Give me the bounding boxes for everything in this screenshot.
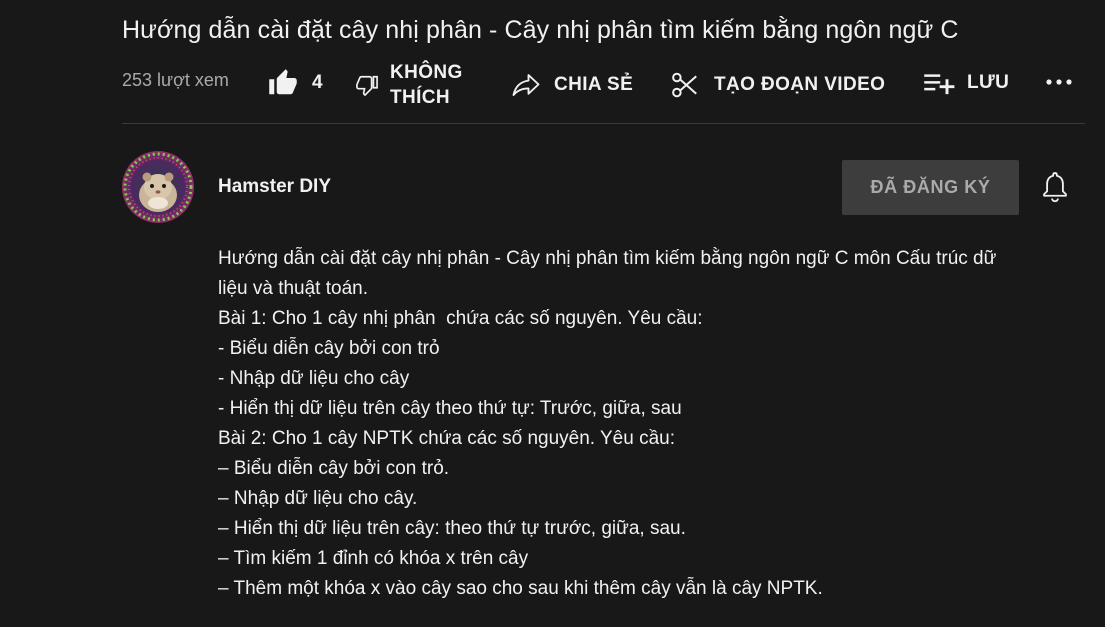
description-line: – Hiển thị dữ liệu trên cây: theo thứ tự… [218, 518, 686, 539]
dislike-button[interactable]: KHÔNG THÍCH [356, 60, 480, 110]
like-button[interactable]: 4 [268, 68, 323, 98]
video-description: Hướng dẫn cài đặt cây nhị phân - Cây nhị… [218, 244, 1078, 604]
like-count: 4 [312, 72, 323, 93]
dislike-label: KHÔNG THÍCH [390, 60, 480, 110]
description-line: – Nhập dữ liệu cho cây. [218, 488, 418, 509]
description-line: – Tìm kiếm 1 đỉnh có khóa x trên cây [218, 548, 529, 569]
video-info-page: Hướng dẫn cài đặt cây nhị phân - Cây nhị… [0, 0, 1105, 627]
share-icon [510, 70, 542, 100]
dislike-label-line2: THÍCH [390, 87, 451, 108]
subscribed-button[interactable]: ĐÃ ĐĂNG KÝ [842, 160, 1019, 215]
video-actions-row: 253 lượt xem 4 KHÔNG THÍCH CHIA SẺ TẠO Đ… [122, 58, 1085, 114]
playlist-add-icon [923, 70, 955, 96]
channel-avatar[interactable] [122, 151, 194, 223]
scissors-icon [670, 70, 700, 100]
clip-label: TẠO ĐOẠN VIDEO [714, 74, 886, 95]
thumbs-down-icon [356, 74, 378, 96]
description-line: – Thêm một khóa x vào cây sao cho sau kh… [218, 578, 823, 599]
more-horizontal-icon [1046, 78, 1072, 86]
description-line: - Nhập dữ liệu cho cây [218, 368, 410, 389]
clip-button[interactable]: TẠO ĐOẠN VIDEO [670, 70, 885, 100]
more-actions-button[interactable] [1046, 78, 1072, 86]
video-title: Hướng dẫn cài đặt cây nhị phân - Cây nhị… [122, 16, 959, 44]
description-line: - Biểu diễn cây bởi con trỏ [218, 338, 440, 359]
notification-bell-button[interactable] [1040, 170, 1070, 209]
thumbs-up-icon [268, 68, 298, 98]
dislike-label-line1: KHÔNG [390, 62, 463, 83]
divider [122, 123, 1085, 124]
description-line: - Hiển thị dữ liệu trên cây theo thứ tự:… [218, 398, 682, 419]
channel-name[interactable]: Hamster DIY [218, 176, 331, 198]
description-line: Bài 1: Cho 1 cây nhị phân chứa các số ng… [218, 308, 703, 329]
description-line: Bài 2: Cho 1 cây NPTK chứa các số nguyên… [218, 428, 676, 449]
description-line: liệu và thuật toán. [218, 278, 368, 299]
share-button[interactable]: CHIA SẺ [510, 70, 633, 100]
share-label: CHIA SẺ [554, 74, 634, 95]
description-line: Hướng dẫn cài đặt cây nhị phân - Cây nhị… [218, 248, 997, 269]
save-label: LƯU [967, 72, 1010, 93]
save-button[interactable]: LƯU [923, 70, 1009, 96]
view-count: 253 lượt xem [122, 70, 229, 90]
bell-icon [1040, 172, 1070, 208]
description-line: – Biểu diễn cây bởi con trỏ. [218, 458, 450, 479]
